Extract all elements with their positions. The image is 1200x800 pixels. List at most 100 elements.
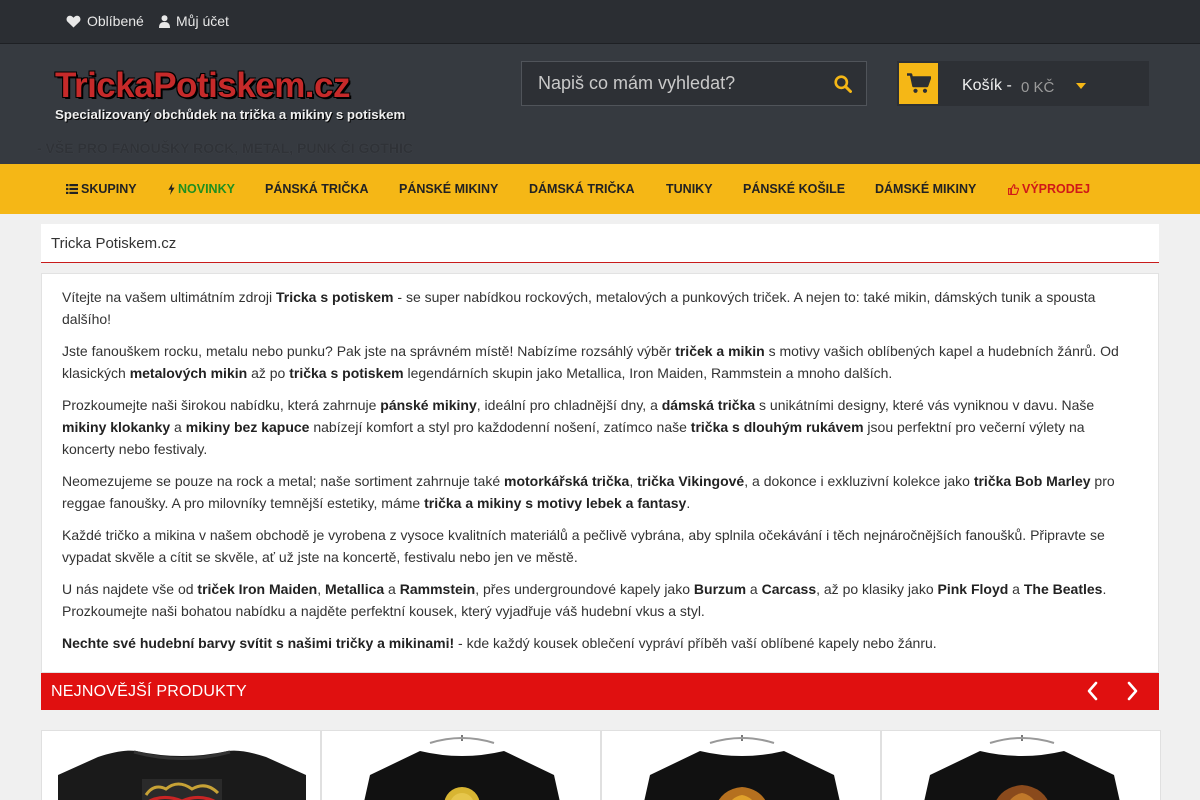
- bold-text: The Beatles: [1023, 581, 1103, 597]
- text: ,: [629, 473, 638, 489]
- favorites-link[interactable]: Oblíbené: [66, 13, 144, 29]
- tshirt-image: [364, 735, 560, 800]
- cart-button[interactable]: Košík - 0 KČ: [897, 61, 1149, 106]
- intro-content: Vítejte na vašem ultimátním zdroji Trick…: [41, 273, 1159, 673]
- search-box: [521, 61, 867, 106]
- bold-text: Rammstein: [399, 581, 476, 597]
- nav-item-skupiny[interactable]: SKUPINY: [66, 182, 137, 196]
- newest-products-title: NEJNOVĚJŠÍ PRODUKTY: [51, 683, 247, 700]
- nav-item-label: SKUPINY: [81, 182, 137, 196]
- text: , ideální pro chladnější dny, a: [476, 397, 662, 413]
- text: .: [686, 495, 691, 511]
- account-link[interactable]: Můj účet: [159, 13, 229, 29]
- search-input[interactable]: [522, 62, 822, 105]
- page-title-panel: Tricka Potiskem.cz: [41, 224, 1159, 263]
- bold-text: trička s potiskem: [289, 365, 404, 381]
- cart-label: Košík -: [962, 77, 1012, 94]
- tshirt-image: [58, 750, 306, 800]
- bold-text: pánské mikiny: [380, 397, 477, 413]
- cart-price: 0 KČ: [1021, 79, 1055, 96]
- text: s unikátními designy, které vás vyniknou…: [755, 397, 1095, 413]
- nav-item-damske-mikiny[interactable]: DÁMSKÉ MIKINY: [875, 182, 976, 196]
- nav-item-label: PÁNSKÁ TRIČKA: [265, 182, 369, 196]
- product-card[interactable]: [601, 730, 881, 800]
- tshirt-image: [644, 735, 840, 800]
- product-card[interactable]: [881, 730, 1161, 800]
- list-icon: [66, 184, 78, 194]
- heart-icon: [66, 15, 81, 28]
- text: a: [384, 581, 400, 597]
- carousel-next-button[interactable]: [1124, 679, 1140, 708]
- chevron-left-icon: [1087, 681, 1098, 701]
- search-button[interactable]: [834, 75, 852, 98]
- bolt-icon: [168, 183, 175, 195]
- site-logo[interactable]: TrickaPotiskem.cz Specializovaný obchůde…: [55, 68, 406, 123]
- text: Každé tričko a mikina v našem obchodě je…: [62, 527, 1105, 565]
- nav-item-vyprodej[interactable]: VÝPRODEJ: [1008, 182, 1090, 196]
- text: až po: [247, 365, 290, 381]
- chevron-down-icon: [1076, 83, 1086, 89]
- nav-item-panske-kosile[interactable]: PÁNSKÉ KOŠILE: [743, 182, 845, 196]
- nav-item-panska-tricka[interactable]: PÁNSKÁ TRIČKA: [265, 182, 368, 196]
- paragraph-4: Neomezujeme se pouze na rock a metal; na…: [62, 470, 1138, 514]
- text: - kde každý kousek oblečení vypráví příb…: [454, 635, 937, 651]
- favorites-label: Oblíbené: [87, 13, 144, 29]
- nav-item-tuniky[interactable]: TUNIKY: [666, 182, 713, 196]
- text: Neomezujeme se pouze na rock a metal; na…: [62, 473, 505, 489]
- bold-text: trička Bob Marley: [973, 473, 1091, 489]
- bold-text: Metallica: [325, 581, 385, 597]
- bold-text: Tricka s potiskem: [275, 289, 394, 305]
- nav-item-panske-mikiny[interactable]: PÁNSKÉ MIKINY: [399, 182, 498, 196]
- nav-item-novinky[interactable]: NOVINKY: [168, 182, 235, 196]
- chevron-right-icon: [1127, 681, 1138, 701]
- text: Vítejte na vašem ultimátním zdroji: [62, 289, 276, 305]
- bold-text: mikiny klokanky: [62, 419, 171, 435]
- nav-item-label: VÝPRODEJ: [1022, 182, 1091, 196]
- paragraph-2: Jste fanouškem rocku, metalu nebo punku?…: [62, 340, 1138, 384]
- paragraph-1: Vítejte na vašem ultimátním zdroji Trick…: [62, 286, 1138, 330]
- tagline: - VŠE PRO FANOUŠKY ROCK, METAL, PUNK ČI …: [37, 140, 413, 156]
- bold-text: triček Iron Maiden: [197, 581, 318, 597]
- text: U nás najdete vše od: [62, 581, 198, 597]
- newest-products-header: NEJNOVĚJŠÍ PRODUKTY: [41, 673, 1159, 710]
- page-title: Tricka Potiskem.cz: [51, 235, 177, 252]
- product-carousel: [41, 730, 1200, 800]
- text: legendárních skupin jako Metallica, Iron…: [403, 365, 893, 381]
- bold-text: metalových mikin: [129, 365, 248, 381]
- top-bar: Oblíbené Můj účet: [0, 0, 1200, 44]
- text: a: [1008, 581, 1024, 597]
- tshirt-image: [924, 735, 1120, 800]
- nav-item-damska-tricka[interactable]: DÁMSKÁ TRIČKA: [529, 182, 635, 196]
- bold-text: trička a mikiny s motivy lebek a fantasy: [424, 495, 687, 511]
- bold-text: mikiny bez kapuce: [185, 419, 310, 435]
- search-icon: [834, 75, 852, 93]
- bold-text: trička s dlouhým rukávem: [690, 419, 864, 435]
- paragraph-6: U nás najdete vše od triček Iron Maiden,…: [62, 578, 1138, 622]
- paragraph-3: Prozkoumejte naši širokou nabídku, která…: [62, 394, 1138, 460]
- nav-item-label: DÁMSKÉ MIKINY: [875, 182, 977, 196]
- product-card[interactable]: [321, 730, 601, 800]
- text: a: [746, 581, 762, 597]
- text: , přes undergroundové kapely jako: [475, 581, 694, 597]
- paragraph-5: Každé tričko a mikina v našem obchodě je…: [62, 524, 1138, 568]
- logo-subtitle: Specializovaný obchůdek na trička a miki…: [55, 107, 406, 122]
- product-card[interactable]: [41, 730, 321, 800]
- text: , až po klasiky jako: [816, 581, 938, 597]
- paragraph-7: Nechte své hudební barvy svítit s našimi…: [62, 632, 1138, 654]
- nav-item-label: PÁNSKÉ MIKINY: [399, 182, 499, 196]
- nav-item-label: NOVINKY: [178, 182, 235, 196]
- text: Prozkoumejte naši širokou nabídku, která…: [62, 397, 381, 413]
- bold-text: dámská trička: [661, 397, 756, 413]
- text: a: [170, 419, 186, 435]
- bold-text: trička Vikingové: [637, 473, 745, 489]
- text: , a dokonce i exkluzivní kolekce jako: [744, 473, 974, 489]
- carousel-prev-button[interactable]: [1085, 679, 1101, 708]
- nav-item-label: TUNIKY: [666, 182, 713, 196]
- text: ,: [317, 581, 326, 597]
- bold-text: motorkářská trička: [504, 473, 630, 489]
- user-icon: [159, 14, 170, 28]
- shopping-cart-icon: [906, 73, 931, 93]
- bold-text: Pink Floyd: [937, 581, 1009, 597]
- nav-item-label: DÁMSKÁ TRIČKA: [529, 182, 635, 196]
- bold-text: Burzum: [693, 581, 747, 597]
